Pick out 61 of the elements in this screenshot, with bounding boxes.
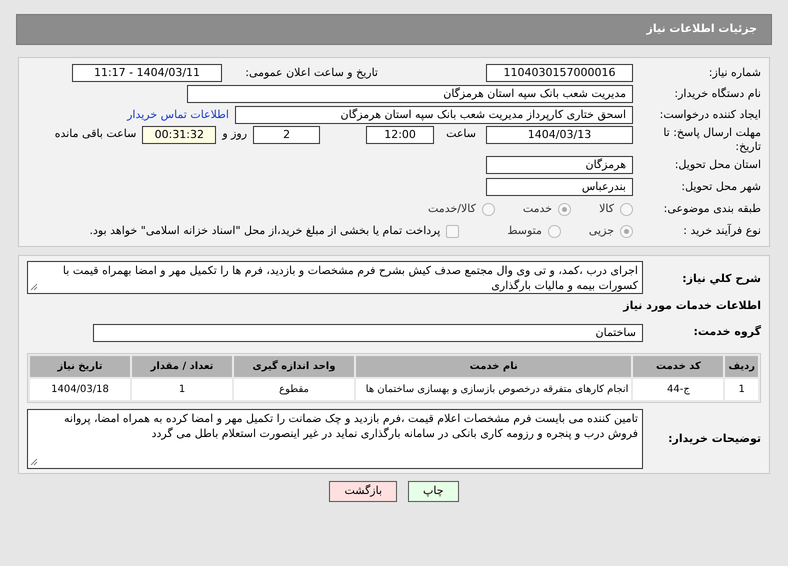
table-cell: 1404/03/18 bbox=[30, 379, 130, 400]
notes-text: تامین کننده می بایست فرم مشخصات اعلام قیمت ،فرم بازدید و چک ضمانت را تکمیل مهر و امضا کرده به همراه امضا، پروانه فروش درب و پنجره و رزومه کاری بانکی در سامانه بارگذاری نماید در غیر اینصورت استعلام باطل می گردد bbox=[64, 412, 638, 440]
field-label: مهلت ارسال پاسخ: تا تاریخ: bbox=[662, 126, 761, 154]
field-label: شرح کلي نياز: bbox=[681, 270, 761, 287]
page-title: جزئیات اطلاعات نیاز bbox=[16, 14, 772, 44]
value-field: ساختمان bbox=[93, 324, 643, 342]
field-label: شهر محل تحویل: bbox=[680, 178, 761, 195]
column-header: واحد اندازه گیری bbox=[234, 356, 354, 377]
value-field: 12:00 bbox=[366, 126, 434, 144]
option-label: کالا/خدمت bbox=[428, 200, 476, 217]
field-label: استان محل تحویل: bbox=[674, 156, 761, 173]
table-cell: ج-44 bbox=[633, 379, 724, 400]
value-field: 1104030157000016 bbox=[486, 64, 633, 82]
radio-button[interactable] bbox=[558, 202, 572, 216]
field-label: نام دستگاه خریدار: bbox=[673, 86, 761, 102]
resize-grip-icon[interactable] bbox=[30, 458, 38, 466]
table-cell: 1 bbox=[725, 379, 758, 400]
column-header: کد خدمت bbox=[633, 356, 724, 377]
table-cell: انجام کارهای متفرقه درخصوص بازسازی و بهسازی ساختمان ها bbox=[356, 379, 632, 400]
field-label: تاریخ و ساعت اعلان عمومی: bbox=[244, 64, 378, 81]
section-title: اطلاعات خدمات مورد نیاز bbox=[622, 298, 761, 314]
field-label: گروه خدمت: bbox=[692, 324, 761, 340]
countdown-field: 00:31:32 bbox=[142, 126, 216, 144]
field-label: طبقه بندی موضوعی: bbox=[662, 200, 761, 217]
back-button[interactable]: بازگشت bbox=[329, 481, 398, 502]
column-header: تاریخ نیاز bbox=[30, 356, 130, 377]
value-field: 1404/03/13 bbox=[486, 126, 633, 144]
field-label: ساعت bbox=[446, 126, 476, 142]
value-field: اسحق ختاری کارپرداز مدیریت شعب بانک سپه استان هرمزگان bbox=[235, 106, 633, 124]
column-header: نام خدمت bbox=[356, 356, 632, 377]
value-field: هرمزگان bbox=[486, 156, 633, 174]
field-label: شماره نیاز: bbox=[708, 64, 761, 81]
description-text: اجرای درب ،کمد، و تی وی وال مجتمع صدف کیش بشرح فرم مشخصات و بازدید، فرم ها را تکمیل مهر و امضا بهمراه قیمت با کسورات بیمه و مالیات بارگذاری bbox=[62, 264, 638, 292]
value-field: 1404/03/11 - 11:17 bbox=[72, 64, 222, 82]
table-cell: مقطوع bbox=[234, 379, 354, 400]
value-field: مدیریت شعب بانک سپه استان هرمزگان bbox=[187, 85, 633, 103]
print-button[interactable]: چاپ bbox=[408, 481, 459, 502]
description-field[interactable]: اجرای درب ،کمد، و تی وی وال مجتمع صدف کیش بشرح فرم مشخصات و بازدید، فرم ها را تکمیل مهر و امضا بهمراه قیمت با کسورات بیمه و مالیات بارگذاری bbox=[27, 260, 643, 294]
field-label: نوع فرآیند خرید : bbox=[682, 222, 761, 239]
field-label: توضیحات خریدار: bbox=[667, 430, 761, 447]
radio-button[interactable] bbox=[620, 224, 633, 238]
contact-link[interactable]: اطلاعات تماس خریدار bbox=[127, 106, 229, 124]
option-label: جزیی bbox=[588, 222, 614, 239]
field-label: ساعت باقی مانده bbox=[54, 126, 136, 142]
radio-button[interactable] bbox=[620, 202, 633, 216]
radio-button[interactable] bbox=[548, 224, 561, 238]
resize-grip-icon[interactable] bbox=[30, 282, 38, 290]
column-header: تعداد / مقدار bbox=[132, 356, 232, 377]
value-field: 2 bbox=[253, 126, 320, 144]
field-label: روز و bbox=[222, 126, 248, 142]
option-label: خدمت bbox=[522, 200, 552, 217]
option-label: کالا bbox=[599, 200, 614, 217]
option-label: متوسط bbox=[507, 222, 542, 239]
field-label: ایجاد کننده درخواست: bbox=[658, 106, 761, 123]
table-cell: 1 bbox=[132, 379, 232, 400]
value-field: بندرعباس bbox=[486, 178, 633, 196]
radio-button[interactable] bbox=[482, 202, 495, 216]
checkbox[interactable] bbox=[446, 224, 460, 238]
column-header: ردیف bbox=[725, 356, 758, 377]
notes-field[interactable] bbox=[27, 409, 643, 469]
checkbox-label: پرداخت تمام یا بخشی از مبلغ خرید،از محل "اسناد خزانه اسلامی" خواهد بود. bbox=[90, 222, 440, 239]
